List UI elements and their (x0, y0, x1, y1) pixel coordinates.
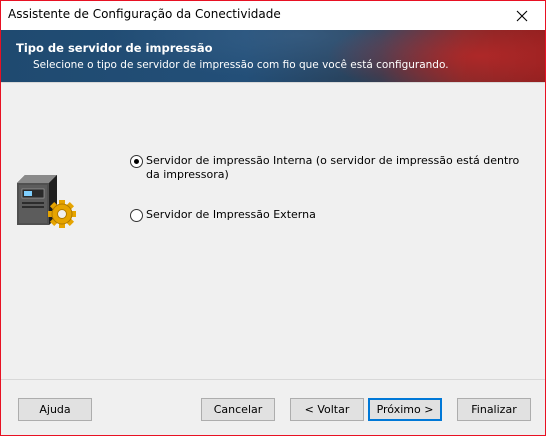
wizard-window: Assistente de Configuração da Conectivid… (0, 0, 546, 436)
footer-divider (1, 379, 545, 380)
print-server-icon (17, 175, 76, 228)
title-bar: Assistente de Configuração da Conectivid… (1, 1, 545, 30)
content-area: Servidor de impressão Interna (o servido… (1, 82, 545, 379)
option-external[interactable]: Servidor de Impressão Externa (130, 208, 526, 222)
help-button[interactable]: Ajuda (18, 398, 92, 421)
radio-external[interactable] (130, 209, 143, 222)
radio-internal[interactable] (130, 155, 143, 168)
banner-title: Tipo de servidor de impressão (16, 41, 213, 55)
option-internal-label[interactable]: Servidor de impressão Interna (o servido… (146, 154, 526, 182)
close-button[interactable] (499, 1, 545, 30)
banner-subtitle: Selecione o tipo de servidor de impressã… (33, 59, 449, 71)
back-button[interactable]: < Voltar (290, 398, 364, 421)
finish-button[interactable]: Finalizar (457, 398, 531, 421)
next-button[interactable]: Próximo > (368, 398, 442, 421)
cancel-button[interactable]: Cancelar (201, 398, 275, 421)
close-icon (516, 10, 528, 21)
header-banner: Tipo de servidor de impressão Selecione … (1, 30, 545, 82)
option-external-label[interactable]: Servidor de Impressão Externa (146, 208, 526, 222)
window-title: Assistente de Configuração da Conectivid… (8, 7, 281, 21)
option-internal[interactable]: Servidor de impressão Interna (o servido… (130, 154, 526, 182)
